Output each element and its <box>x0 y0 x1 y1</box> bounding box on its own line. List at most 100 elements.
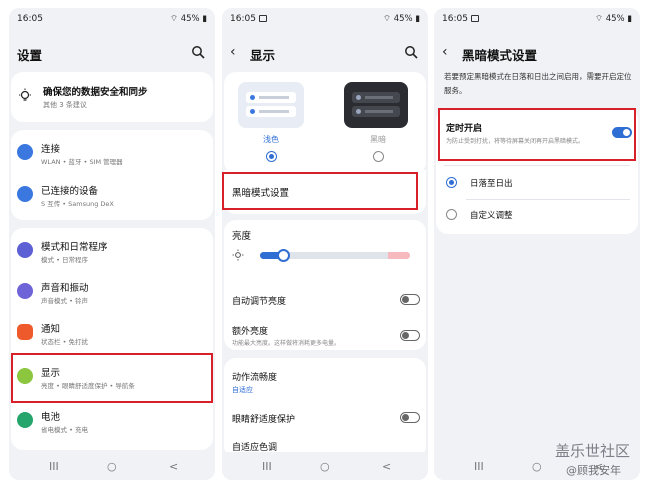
status-right: ⌔ 45% ▮ <box>170 14 207 24</box>
location-description: 若要预定黑暗模式在日落和日出之间启用，需要开启定位服务。 <box>444 72 632 95</box>
page-title: 黑暗模式设置 <box>462 48 538 63</box>
option-custom-label: 自定义调整 <box>470 211 513 221</box>
item-sub: 声音模式 • 铃声 <box>41 297 88 305</box>
watermark-title: 盖乐世社区 <box>555 442 631 460</box>
eye-comfort-label: 眼睛舒适度保护 <box>232 415 296 425</box>
highlight-dark-mode-settings <box>222 172 418 210</box>
battery-icon: ▮ <box>624 14 632 24</box>
item-sub: 状态栏 • 免打扰 <box>41 338 88 346</box>
extra-brightness-toggle[interactable] <box>400 330 420 341</box>
wifi-icon: ⌔ <box>170 14 181 24</box>
status-time: 16:05 <box>442 14 479 24</box>
battery-level: 45% <box>393 14 413 24</box>
settings-item-notifications[interactable]: 通知 状态栏 • 免打扰 <box>11 314 213 354</box>
brightness-knob[interactable] <box>277 249 290 262</box>
custom-radio[interactable] <box>446 209 457 220</box>
dark-mode-settings-screen: 16:05 ⌔ 45% ▮ ‹ 黑暗模式设置 若要预定黑暗模式在日落和日出之间启… <box>434 8 640 480</box>
option-sunset-row[interactable]: 日落至日出 <box>436 168 638 198</box>
nav-bar: III ○ < <box>222 452 428 480</box>
item-label: 模式和日常程序 <box>41 242 108 253</box>
brightness-label: 亮度 <box>232 231 252 242</box>
extra-brightness-label: 额外亮度 <box>232 327 269 337</box>
display-screen: 16:05 ⌔ 45% ▮ ‹ 显示 浅色 黑暗 黑暗模式设置 亮度 自动调节亮… <box>222 8 428 480</box>
item-label: 已连接的设备 <box>41 186 99 197</box>
auto-brightness-toggle[interactable] <box>400 294 420 305</box>
eye-comfort-toggle[interactable] <box>400 412 420 423</box>
item-label: 连接 <box>41 144 61 155</box>
extra-brightness-sub: 功能最大亮度。这样做将消耗更多电量。 <box>232 340 341 347</box>
light-radio[interactable] <box>266 151 277 162</box>
gallery-icon <box>258 15 267 22</box>
battery-level: 45% <box>605 14 625 24</box>
suggestion-sub: 其他 3 条建议 <box>43 101 87 109</box>
display-header: ‹ 显示 <box>230 42 420 64</box>
highlight-display <box>11 353 213 403</box>
sun-icon <box>232 249 244 261</box>
settings-item-connections[interactable]: 连接 WLAN • 蓝牙 • SIM 管理器 <box>11 134 213 174</box>
dark-radio[interactable] <box>373 151 384 162</box>
settings-item-battery[interactable]: 电池 省电模式 • 充电 <box>11 402 213 442</box>
motion-smoothness-value: 自适应 <box>232 386 253 394</box>
status-time: 16:05 <box>230 14 267 24</box>
wifi-icon: ⌔ <box>595 14 606 24</box>
gallery-icon <box>470 15 479 22</box>
recent-apps-icon[interactable]: III <box>49 460 59 473</box>
devices-icon <box>17 186 33 202</box>
suggestion-title: 确保您的数据安全和同步 <box>43 87 148 98</box>
battery-icon <box>17 412 33 428</box>
dark-theme-preview[interactable] <box>344 82 408 128</box>
back-arrow-icon[interactable]: ‹ <box>442 44 448 60</box>
recent-apps-icon[interactable]: III <box>474 460 484 473</box>
status-time: 16:05 <box>17 14 43 24</box>
item-sub: S 互传 • Samsung DeX <box>41 200 114 208</box>
suggestion-card[interactable]: 确保您的数据安全和同步 其他 3 条建议 <box>11 72 213 122</box>
option-custom-row[interactable]: 自定义调整 <box>436 200 638 230</box>
more-display-card: 动作流畅度 自适应 眼睛舒适度保护 自适应色调 <box>224 358 426 458</box>
recent-apps-icon[interactable]: III <box>262 460 272 473</box>
notification-icon <box>17 324 33 340</box>
light-label: 浅色 <box>263 135 279 144</box>
dark-label: 黑暗 <box>370 135 386 144</box>
status-bar: 16:05 ⌔ 45% ▮ <box>222 8 428 30</box>
home-icon[interactable]: ○ <box>532 460 542 473</box>
item-sub: 模式 • 日常程序 <box>41 256 88 264</box>
option-sunset-label: 日落至日出 <box>470 179 513 189</box>
settings-item-connected-devices[interactable]: 已连接的设备 S 互传 • Samsung DeX <box>11 176 213 216</box>
status-right: ⌔ 45% ▮ <box>595 14 632 24</box>
highlight-scheduled <box>438 108 636 161</box>
theme-card: 浅色 黑暗 <box>224 72 426 174</box>
back-icon[interactable]: < <box>169 460 178 473</box>
brightness-slider[interactable] <box>260 249 410 262</box>
sunset-radio[interactable] <box>446 177 457 188</box>
back-arrow-icon[interactable]: ‹ <box>230 44 236 60</box>
battery-icon: ▮ <box>412 14 420 24</box>
wifi-icon <box>17 144 33 160</box>
search-icon[interactable] <box>404 45 418 59</box>
extra-brightness-zone <box>388 252 410 259</box>
settings-header: 设置 <box>17 42 207 64</box>
lightbulb-icon <box>19 88 31 101</box>
page-title: 设置 <box>17 48 43 63</box>
status-bar: 16:05 ⌔ 45% ▮ <box>9 8 215 30</box>
item-label: 电池 <box>41 412 61 423</box>
item-sub: 省电模式 • 充电 <box>41 426 88 434</box>
nav-bar: III ○ < <box>9 452 215 480</box>
home-icon[interactable]: ○ <box>107 460 117 473</box>
speaker-icon <box>17 283 33 299</box>
light-theme-preview[interactable] <box>238 82 304 128</box>
divider <box>444 165 630 166</box>
search-icon[interactable] <box>191 45 205 59</box>
dark-settings-header: ‹ 黑暗模式设置 <box>442 42 632 64</box>
settings-screen: 16:05 ⌔ 45% ▮ 设置 确保您的数据安全和同步 其他 3 条建议 连接… <box>9 8 215 480</box>
home-icon[interactable]: ○ <box>320 460 330 473</box>
watermark-user: @顾我安年 <box>566 464 621 477</box>
back-icon[interactable]: < <box>382 460 391 473</box>
status-bar: 16:05 ⌔ 45% ▮ <box>434 8 640 30</box>
status-right: ⌔ 45% ▮ <box>383 14 420 24</box>
settings-item-modes[interactable]: 模式和日常程序 模式 • 日常程序 <box>11 232 213 272</box>
settings-item-sound[interactable]: 声音和振动 声音模式 • 铃声 <box>11 273 213 313</box>
main-settings-group: 模式和日常程序 模式 • 日常程序 声音和振动 声音模式 • 铃声 通知 状态栏… <box>11 228 213 450</box>
motion-smoothness-label: 动作流畅度 <box>232 373 278 383</box>
motion-smoothness-row[interactable]: 动作流畅度 自适应 <box>224 364 426 398</box>
wifi-icon: ⌔ <box>383 14 394 24</box>
